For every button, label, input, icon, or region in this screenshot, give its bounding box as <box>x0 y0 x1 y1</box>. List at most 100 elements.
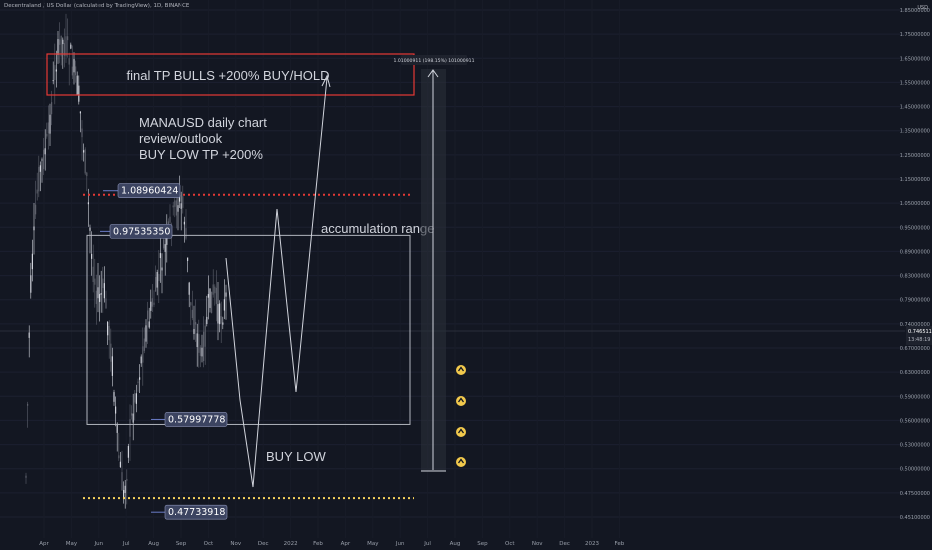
level-label: 1.08960424 <box>121 186 178 197</box>
candle-body <box>35 204 37 215</box>
candle-body <box>203 331 205 362</box>
candle-body <box>110 343 112 362</box>
price-axis-label: 1.15000000 <box>900 177 930 183</box>
time-axis-label: Dec <box>559 541 570 547</box>
candle-body <box>83 150 85 153</box>
candle-body <box>139 377 141 380</box>
time-axis-label: Sep <box>176 541 187 547</box>
level-label: 0.97535350 <box>113 226 170 237</box>
price-axis-label: 0.50000000 <box>900 467 930 473</box>
candle-body <box>73 59 75 73</box>
candle-body <box>84 149 86 174</box>
price-axis-label: 0.83000000 <box>900 274 930 280</box>
candle-body <box>180 203 182 209</box>
price-axis-label: 0.53000000 <box>900 443 930 449</box>
candle-body <box>70 44 72 49</box>
candle-body <box>169 216 171 223</box>
time-axis-label: Jul <box>122 541 130 547</box>
candle-body <box>94 278 96 285</box>
candle-body <box>105 298 107 309</box>
candle-body <box>134 393 136 403</box>
price-axis-label: 1.65000000 <box>900 56 930 62</box>
candle-body <box>71 66 73 76</box>
price-chart[interactable]: final TP BULLS +200% BUY/HOLD MANAUSD dai… <box>0 0 932 550</box>
candle-body <box>52 80 54 82</box>
candle-body <box>204 325 206 347</box>
current-price-value: 0.74651193 <box>908 329 932 335</box>
drawings-layer: final TP BULLS +200% BUY/HOLD MANAUSD dai… <box>46 53 475 520</box>
candle-body <box>91 253 93 259</box>
candle-body <box>140 356 142 364</box>
candle-body <box>95 290 97 305</box>
buy-label: BUY LOW <box>266 449 326 464</box>
candle-body <box>131 413 133 416</box>
candle-body <box>81 128 83 138</box>
candle-body <box>107 321 109 336</box>
price-axis-label: 0.67000000 <box>900 346 930 352</box>
price-axis-label: 1.05000000 <box>900 201 930 207</box>
candle-body <box>59 39 61 45</box>
candle-body <box>87 202 89 205</box>
candle-body <box>201 347 203 357</box>
candle-body <box>89 227 91 231</box>
candle-body <box>86 172 88 177</box>
candle-body <box>51 102 53 115</box>
candle-body <box>60 35 62 57</box>
candle-body <box>151 298 153 307</box>
price-axis-label: 1.55000000 <box>900 80 930 86</box>
candle-body <box>129 419 131 437</box>
candle-body <box>172 205 174 208</box>
candle-body <box>183 221 185 225</box>
candle-body <box>214 286 216 294</box>
time-axis-label: Aug <box>450 541 461 547</box>
price-axis-label: 0.56000000 <box>900 418 930 424</box>
candle-body <box>163 239 165 249</box>
candle-body <box>78 85 80 102</box>
candle-body <box>100 292 102 295</box>
candle-body <box>219 303 221 325</box>
range-label: accumulation range <box>321 221 434 236</box>
candle-body <box>212 284 214 295</box>
candle-body <box>97 287 99 299</box>
candle-body <box>124 485 126 493</box>
price-axis-label: 0.47500000 <box>900 491 930 497</box>
candle-body <box>223 299 225 311</box>
candle-body <box>217 304 219 324</box>
candle-body <box>27 403 29 406</box>
candle-body <box>153 302 155 305</box>
candle-body <box>143 338 145 351</box>
time-axis-label: May <box>367 541 379 547</box>
candle-body <box>115 406 117 414</box>
candle-body <box>119 461 121 468</box>
candle-body <box>145 325 147 342</box>
price-axis-label: 0.89000000 <box>900 249 930 255</box>
candle-body <box>137 381 139 383</box>
candle-body <box>49 114 51 134</box>
candle-body <box>174 200 176 207</box>
candle-body <box>75 66 77 76</box>
axes-layer: 1.85000000 1.75000000 1.65000000 1.55000000… <box>39 8 932 547</box>
candle-body <box>102 278 104 289</box>
time-axis-label: Oct <box>505 541 515 547</box>
candle-body <box>47 122 49 134</box>
candle-body <box>182 196 184 208</box>
candle-body <box>76 75 78 96</box>
time-axis-label: 2022 <box>284 541 298 547</box>
candle-body <box>99 294 101 302</box>
price-axis-label: 1.75000000 <box>900 32 930 38</box>
time-axis-label: Aug <box>148 541 159 547</box>
candle-body <box>108 326 110 341</box>
candle-body <box>196 333 198 348</box>
measure-label: 1.01000911 (198.15%) 101000911 <box>393 58 474 64</box>
candle-body <box>111 356 113 376</box>
candle-body <box>44 148 46 155</box>
time-axis-label: Feb <box>313 541 323 547</box>
time-axis-label: Apr <box>39 541 49 547</box>
candle-body <box>43 149 45 170</box>
time-axis-label: Sep <box>477 541 488 547</box>
candle-body <box>195 322 197 325</box>
candle-body <box>33 226 35 231</box>
level-label: 0.47733918 <box>168 507 225 518</box>
candle-body <box>121 472 123 491</box>
level-label: 0.57997778 <box>168 414 225 425</box>
